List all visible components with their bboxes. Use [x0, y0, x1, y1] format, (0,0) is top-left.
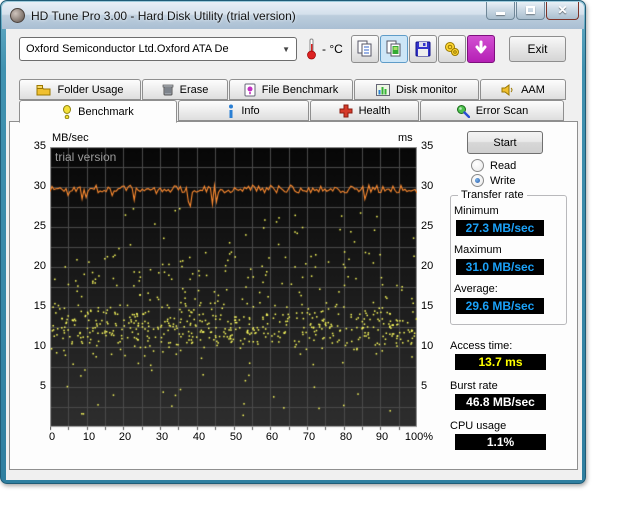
average-value: 29.6 MB/sec — [456, 298, 544, 314]
download-button[interactable] — [467, 35, 495, 63]
export-button[interactable] — [438, 35, 466, 63]
tab-info[interactable]: Info — [178, 100, 309, 121]
close-button[interactable]: ✕ — [546, 2, 579, 20]
access-time-label: Access time: — [450, 340, 512, 352]
average-label: Average: — [454, 283, 498, 295]
read-label: Read — [490, 160, 516, 172]
minimum-value: 27.3 MB/sec — [456, 220, 544, 236]
axis-tick-label: 25 — [18, 220, 46, 232]
start-label: Start — [493, 137, 516, 149]
copy-text-button[interactable] — [351, 35, 379, 63]
tab-aam[interactable]: AAM — [480, 79, 566, 100]
cpu-usage-label: CPU usage — [450, 420, 506, 432]
axis-tick-label: 5 — [18, 380, 46, 392]
device-select-value: Oxford Semiconductor Ltd.Oxford ATA De — [26, 43, 229, 55]
axis-tick-label: 20 — [421, 260, 449, 272]
tab-disk-monitor[interactable]: Disk monitor — [354, 79, 479, 100]
axis-tick-label: 100% — [397, 431, 441, 443]
maximize-button[interactable] — [516, 2, 545, 20]
tab-health[interactable]: Health — [310, 100, 419, 121]
tab-label: Info — [241, 105, 259, 117]
exit-label: Exit — [527, 42, 547, 56]
temperature-value: - °C — [322, 42, 343, 56]
read-radio[interactable] — [471, 159, 484, 172]
tab-error-scan[interactable]: Error Scan — [420, 100, 564, 121]
tab-folder-usage[interactable]: Folder Usage — [19, 79, 141, 100]
file-benchmark-icon — [244, 83, 256, 97]
copy-image-button[interactable] — [380, 35, 408, 63]
client-area: Oxford Semiconductor Ltd.Oxford ATA De ▼… — [6, 29, 582, 480]
folder-icon — [36, 84, 51, 96]
tab-label: File Benchmark — [262, 84, 338, 96]
trash-icon — [162, 83, 174, 96]
axis-tick-label: 10 — [18, 340, 46, 352]
export-icon — [443, 40, 461, 58]
y-left-axis-label: MB/sec — [52, 132, 89, 144]
transfer-rate-group-label: Transfer rate — [458, 189, 527, 201]
axis-tick-label: 30 — [421, 180, 449, 192]
write-radio[interactable] — [471, 174, 484, 187]
tab-file-benchmark[interactable]: File Benchmark — [229, 79, 353, 100]
window-title: HD Tune Pro 3.00 - Hard Disk Utility (tr… — [31, 9, 296, 23]
axis-tick-label: 30 — [18, 180, 46, 192]
minimize-icon — [496, 12, 505, 15]
tab-label: Error Scan — [476, 105, 529, 117]
y-right-axis-label: ms — [398, 132, 413, 144]
tab-label: AAM — [521, 84, 545, 96]
axis-tick-label: 15 — [18, 300, 46, 312]
app-window: HD Tune Pro 3.00 - Hard Disk Utility (tr… — [0, 0, 586, 484]
minimum-label: Minimum — [454, 205, 499, 217]
temperature-indicator: - °C — [306, 38, 343, 60]
tab-label: Folder Usage — [57, 84, 123, 96]
tab-label: Health — [359, 105, 391, 117]
app-icon — [10, 8, 25, 23]
window-controls: ✕ — [485, 2, 579, 20]
tab-label: Erase — [180, 84, 209, 96]
cpu-usage-value: 1.1% — [455, 434, 546, 450]
axis-tick-label: 15 — [421, 300, 449, 312]
tab-benchmark[interactable]: Benchmark — [19, 100, 177, 123]
maximum-value: 31.0 MB/sec — [456, 259, 544, 275]
benchmark-icon — [62, 105, 72, 119]
maximum-label: Maximum — [454, 244, 502, 256]
chevron-down-icon: ▼ — [282, 45, 290, 54]
axis-tick-label: 35 — [18, 140, 46, 152]
speaker-icon — [501, 84, 515, 96]
axis-tick-label: 35 — [421, 140, 449, 152]
disk-monitor-icon — [376, 84, 390, 96]
burst-rate-value: 46.8 MB/sec — [455, 394, 546, 410]
axis-tick-label: 5 — [421, 380, 449, 392]
minimize-button[interactable] — [486, 2, 515, 20]
exit-button[interactable]: Exit — [509, 36, 566, 62]
read-radio-row[interactable]: Read — [471, 159, 516, 172]
tab-label: Benchmark — [78, 106, 134, 118]
maximize-icon — [526, 6, 535, 14]
access-time-value: 13.7 ms — [455, 354, 546, 370]
save-icon — [414, 40, 432, 58]
device-select[interactable]: Oxford Semiconductor Ltd.Oxford ATA De ▼ — [19, 37, 297, 61]
copy-image-icon — [385, 40, 403, 58]
save-screenshot-button[interactable] — [409, 35, 437, 63]
benchmark-graph-canvas — [50, 147, 417, 433]
thermometer-icon — [306, 38, 317, 60]
health-cross-icon — [339, 104, 353, 118]
write-radio-row[interactable]: Write — [471, 174, 515, 187]
tab-erase[interactable]: Erase — [142, 79, 228, 100]
download-arrow-icon — [472, 40, 490, 58]
trial-watermark: trial version — [55, 150, 116, 164]
screen: HD Tune Pro 3.00 - Hard Disk Utility (tr… — [0, 0, 640, 512]
info-icon — [227, 104, 235, 118]
start-button[interactable]: Start — [467, 131, 543, 154]
close-icon: ✕ — [557, 3, 567, 17]
benchmark-panel: MB/sec ms trial version 35 35 30 30 25 25 20 20… — [9, 121, 578, 470]
axis-tick-label: 25 — [421, 220, 449, 232]
tab-label: Disk monitor — [396, 84, 457, 96]
axis-tick-label: 20 — [18, 260, 46, 272]
magnifier-icon — [456, 104, 470, 118]
axis-tick-label: 10 — [421, 340, 449, 352]
write-label: Write — [490, 175, 515, 187]
copy-text-icon — [356, 40, 374, 58]
burst-rate-label: Burst rate — [450, 380, 498, 392]
